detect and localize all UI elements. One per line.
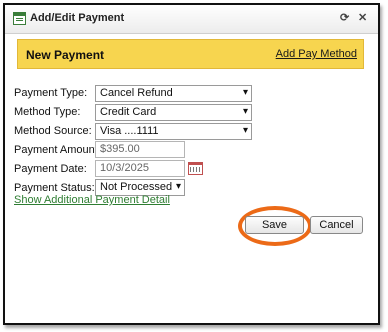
- chevron-down-icon: ▾: [242, 106, 248, 117]
- method-type-label: Method Type:: [14, 106, 81, 118]
- add-pay-method-link[interactable]: Add Pay Method: [276, 48, 357, 60]
- chevron-down-icon: ▾: [242, 125, 248, 136]
- payment-date-label: Payment Date:: [14, 163, 87, 175]
- payment-type-select[interactable]: Cancel Refund ▾: [95, 85, 252, 102]
- method-type-value: Credit Card: [100, 106, 157, 118]
- close-icon[interactable]: ✕: [358, 11, 367, 24]
- chevron-down-icon: ▾: [242, 87, 248, 98]
- payment-type-label: Payment Type:: [14, 87, 88, 99]
- method-source-label: Method Source:: [14, 125, 92, 137]
- method-source-select[interactable]: Visa ....1111 ▾: [95, 123, 252, 140]
- show-additional-payment-detail-link[interactable]: Show Additional Payment Detail: [14, 194, 170, 206]
- save-button[interactable]: Save: [245, 216, 304, 234]
- payment-status-label: Payment Status:: [14, 182, 95, 194]
- cancel-button[interactable]: Cancel: [310, 216, 363, 234]
- form-window-icon: [13, 12, 26, 25]
- calendar-icon[interactable]: [188, 162, 203, 175]
- chevron-down-icon: ▾: [175, 181, 181, 192]
- dialog-title: Add/Edit Payment: [30, 12, 125, 24]
- payment-amount-label: Payment Amount:: [14, 144, 101, 156]
- refresh-icon[interactable]: ⟳: [340, 11, 349, 24]
- payment-type-value: Cancel Refund: [100, 87, 173, 99]
- banner-title: New Payment: [26, 48, 105, 62]
- payment-date-input[interactable]: 10/3/2025: [95, 160, 185, 177]
- method-source-value: Visa ....1111: [100, 125, 159, 137]
- method-type-select[interactable]: Credit Card ▾: [95, 104, 252, 121]
- dialog-titlebar: Add/Edit Payment ⟳ ✕: [5, 5, 378, 34]
- payment-status-value: Not Processed: [100, 181, 173, 193]
- new-payment-banner: New Payment Add Pay Method: [17, 39, 364, 69]
- payment-dialog: Add/Edit Payment ⟳ ✕ New Payment Add Pay…: [3, 3, 380, 325]
- payment-amount-input[interactable]: $395.00: [95, 141, 185, 158]
